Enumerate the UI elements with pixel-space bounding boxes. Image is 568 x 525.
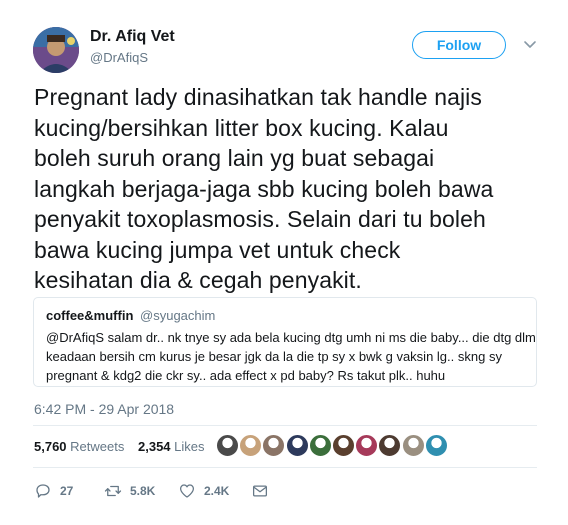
tweet-text-line: kucing/bersihkan litter box kucing. Kala… [34,114,449,141]
retweet-count: 5.8K [130,484,156,498]
quoted-text-line: pregnant & kdg2 die ckr sy.. ada effect … [46,368,446,383]
author-handle[interactable]: @DrAfiqS [90,50,148,65]
likes-stat[interactable]: 2,354 Likes [138,439,205,454]
divider [33,425,537,426]
tweet-text-line: penyakit toxoplasmosis. Selain dari tu b… [34,206,486,232]
quoted-tweet-header: coffee&muffin @syugachim [46,308,215,323]
quoted-author-handle: @syugachim [140,308,216,323]
quoted-text-line: @DrAfiqS salam dr.. nk tnye sy ada bela … [46,330,536,345]
engagement-stats: 5,760 Retweets 2,354 Likes [34,439,205,454]
like-heart-icon [179,484,195,498]
liker-avatar[interactable] [216,434,239,457]
liker-avatar[interactable] [355,434,379,457]
chevron-down-icon[interactable] [522,36,538,52]
liker-avatar[interactable] [285,434,309,457]
liker-avatar[interactable] [401,434,425,457]
likes-label: Likes [174,439,205,454]
retweets-count: 5,760 [34,439,67,454]
liker-avatar[interactable] [262,434,286,457]
divider [33,467,537,468]
quoted-tweet-text: @DrAfiqS salam dr.. nk tnye sy ada bela … [46,328,536,385]
retweet-icon [104,485,122,497]
liker-avatar[interactable] [239,434,263,457]
tweet-timestamp[interactable]: 6:42 PM - 29 Apr 2018 [34,401,174,417]
quoted-author-name: coffee&muffin [46,308,134,323]
retweet-button[interactable]: 5.8K [104,480,155,502]
tweet-text: Pregnant lady dinasihatkan tak handle na… [34,82,534,296]
reply-icon [36,484,50,498]
follow-button[interactable]: Follow [412,31,506,59]
like-button[interactable]: 2.4K [178,480,229,502]
tweet-card: Dr. Afiq Vet @DrAfiqS Follow Pregnant la… [0,0,568,525]
tweet-text-line: Pregnant lady dinasihatkan tak handle na… [34,84,482,110]
tweet-text-line: langkah berjaga-jaga sbb kucing boleh ba… [34,175,494,202]
retweets-label: Retweets [70,439,125,454]
liker-avatar[interactable] [308,434,332,457]
like-count: 2.4K [204,484,230,498]
quoted-tweet[interactable]: coffee&muffin @syugachim @DrAfiqS salam … [33,297,537,387]
quoted-text-line: keadaan bersih cm kurus je besar jgk da … [46,349,502,364]
direct-message-icon [252,485,268,497]
likes-count: 2,354 [138,439,171,454]
reply-button[interactable]: 27 [34,480,73,502]
author-name[interactable]: Dr. Afiq Vet [90,28,175,46]
liker-avatar[interactable] [424,434,448,457]
direct-message-button[interactable] [251,480,269,502]
liker-avatar[interactable] [378,434,402,457]
tweet-text-line: bawa kucing jumpa vet untuk check [34,236,401,263]
liker-avatar[interactable] [332,434,355,457]
reply-count: 27 [60,484,74,498]
avatar[interactable] [33,27,79,73]
tweet-text-line: kesihatan dia & cegah penyakit. [34,267,362,293]
retweets-stat[interactable]: 5,760 Retweets [34,439,124,454]
tweet-text-line: boleh suruh orang lain yg buat sebagai [34,145,435,171]
